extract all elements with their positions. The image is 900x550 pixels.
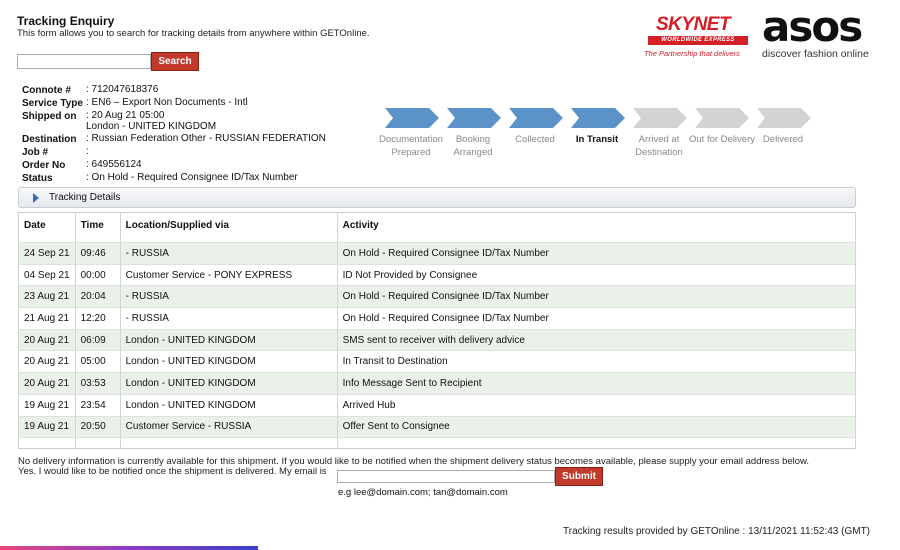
time-cell: 20:04	[75, 285, 121, 308]
table-row: 23 Aug 21 20:04- RUSSIA On Hold - Required…	[18, 285, 857, 308]
time-cell: 05:00	[75, 350, 121, 373]
page-subtitle: This form allows you to search for track…	[17, 28, 370, 39]
table-row: 04 Sep 21 00:00 Customer Service - PONY EX…	[18, 263, 857, 286]
asos-wordmark: asos	[762, 2, 863, 51]
submit-button[interactable]: Submit	[555, 467, 603, 486]
shipped-on-label: Shipped on	[22, 111, 77, 122]
date-cell: 21 Aug 21	[18, 307, 76, 330]
skynet-wordmark: SKYNET	[656, 14, 731, 35]
table-row: 20 Aug 21 05:00 London - UNITED KINGDOM In …	[18, 350, 857, 373]
location-cell: London - UNITED KINGDOM	[120, 372, 338, 395]
progress-chevron-6	[695, 108, 749, 128]
skynet-band: WORLDWIDE EXPRESS	[648, 36, 748, 45]
table-row: 19 Aug 21 23:54 London - UNITED KINGDOM Arr…	[18, 393, 857, 416]
skynet-tagline: The Partnership that delivers	[644, 49, 740, 58]
location-cell: Customer Service - RUSSIA	[120, 415, 338, 438]
asos-logo: asos discover fashion online	[760, 2, 880, 62]
tracking-details-toggle[interactable]: Tracking Details	[18, 187, 856, 208]
activity-cell: ID Not Provided by Consignee	[337, 263, 857, 286]
table-row: 20 Aug 21 06:09 London - UNITED KINGDOM SMS…	[18, 328, 857, 351]
location-cell: - RUSSIA	[120, 307, 338, 330]
search-button[interactable]: Search	[151, 52, 199, 71]
date-cell: 20 Aug 21	[18, 372, 76, 395]
progress-chevron-1	[385, 108, 439, 128]
table-row: 20 Aug 21 03:53 London - UNITED KINGDOM Inf…	[18, 372, 857, 395]
bottom-decoration	[0, 546, 258, 550]
page-title: Tracking Enquiry	[17, 14, 115, 28]
time-cell: 09:46	[75, 242, 121, 265]
location-cell: London - UNITED KINGDOM	[120, 393, 338, 416]
tracking-table: Date Time Location/Supplied via Activity…	[18, 212, 857, 450]
shipped-on-value: : 20 Aug 21 05:00	[86, 110, 165, 121]
footer-text: Tracking results provided by GETOnline :…	[563, 526, 871, 537]
status-value: : On Hold - Required Consignee ID/Tax Nu…	[86, 172, 298, 183]
progress-step-3-label: Collected	[515, 134, 555, 145]
progress-chevron-2	[447, 108, 501, 128]
table-row: 19 Aug 21 20:50 Customer Service - RUSSIA O…	[18, 415, 857, 438]
date-cell: 20 Aug 21	[18, 350, 76, 373]
location-cell: - RUSSIA	[120, 242, 338, 265]
date-cell: 19 Aug 21	[18, 415, 76, 438]
service-type-value: : EN6 – Export Non Documents - Intl	[86, 97, 248, 108]
date-cell: 24 Sep 21	[18, 242, 76, 265]
date-cell: 04 Sep 21	[18, 263, 76, 286]
column-header-time: Time	[75, 212, 121, 238]
activity-cell: In Transit to Destination	[337, 350, 857, 373]
time-cell: 03:53	[75, 372, 121, 395]
progress-chevron-3	[509, 108, 563, 128]
column-header-location: Location/Supplied via	[120, 212, 338, 238]
location-cell: - RUSSIA	[120, 285, 338, 308]
progress-step-4-label: In Transit	[575, 134, 619, 145]
time-cell: 06:09	[75, 328, 121, 351]
progress-chevron-7	[757, 108, 811, 128]
column-header-activity: Activity	[337, 212, 857, 238]
date-cell: 19 Aug 21	[18, 393, 76, 416]
location-cell: London - UNITED KINGDOM	[120, 350, 338, 373]
activity-cell: SMS sent to receiver with delivery advic…	[337, 328, 857, 351]
expand-arrow-icon	[33, 193, 39, 203]
activity-cell: Arrived Hub	[337, 393, 857, 416]
order-no-value: : 649556124	[86, 159, 142, 170]
shipped-on-location: London - UNITED KINGDOM	[86, 121, 217, 132]
order-no-label: Order No	[22, 160, 66, 171]
activity-cell: On Hold - Required Consignee ID/Tax Numb…	[337, 307, 857, 330]
destination-label: Destination	[22, 134, 77, 145]
location-cell: Customer Service - PONY EXPRESS	[120, 263, 338, 286]
time-cell: 20:50	[75, 415, 121, 438]
date-cell: 20 Aug 21	[18, 328, 76, 351]
job-value: :	[86, 146, 89, 157]
activity-cell: On Hold - Required Consignee ID/Tax Numb…	[337, 242, 857, 265]
service-type-label: Service Type	[22, 98, 83, 109]
job-label: Job #	[22, 147, 49, 158]
activity-cell: Info Message Sent to Recipient	[337, 372, 857, 395]
time-cell: 00:00	[75, 263, 121, 286]
column-header-date: Date	[18, 212, 76, 238]
connote-value: : 712047618376	[86, 84, 159, 95]
table-row: 21 Aug 21 12:20- RUSSIA On Hold - Required…	[18, 307, 857, 330]
progress-step-2-label: Booking Arranged	[453, 134, 493, 158]
progress-chevron-5	[633, 108, 687, 128]
time-cell: 23:54	[75, 393, 121, 416]
location-cell: London - UNITED KINGDOM	[120, 328, 338, 351]
activity-cell: On Hold - Required Consignee ID/Tax Numb…	[337, 285, 857, 308]
destination-value: : Russian Federation Other - RUSSIAN FED…	[86, 133, 326, 144]
progress-step-1-label: Documentation Prepared	[379, 134, 443, 158]
asos-tagline: discover fashion online	[762, 48, 869, 60]
connote-label: Connote #	[22, 85, 71, 96]
email-example: e.g lee@domain.com; tan@domain.com	[338, 487, 508, 498]
tracking-rows: 24 Sep 21 09:46- RUSSIA On Hold - Required…	[18, 238, 857, 449]
email-input[interactable]	[337, 470, 555, 483]
activity-cell: Offer Sent to Consignee	[337, 415, 857, 438]
progress-chevron-4	[571, 108, 625, 128]
skynet-logo: SKYNET WORLDWIDE EXPRESS The Partnership…	[644, 14, 752, 60]
search-input[interactable]	[17, 54, 151, 69]
table-row: 24 Sep 21 09:46- RUSSIA On Hold - Required…	[18, 242, 857, 265]
date-cell: 23 Aug 21	[18, 285, 76, 308]
progress-step-7-label: Delivered	[762, 134, 804, 145]
tracking-details-label: Tracking Details	[49, 192, 121, 203]
status-label: Status	[22, 173, 53, 184]
time-cell: 12:20	[75, 307, 121, 330]
